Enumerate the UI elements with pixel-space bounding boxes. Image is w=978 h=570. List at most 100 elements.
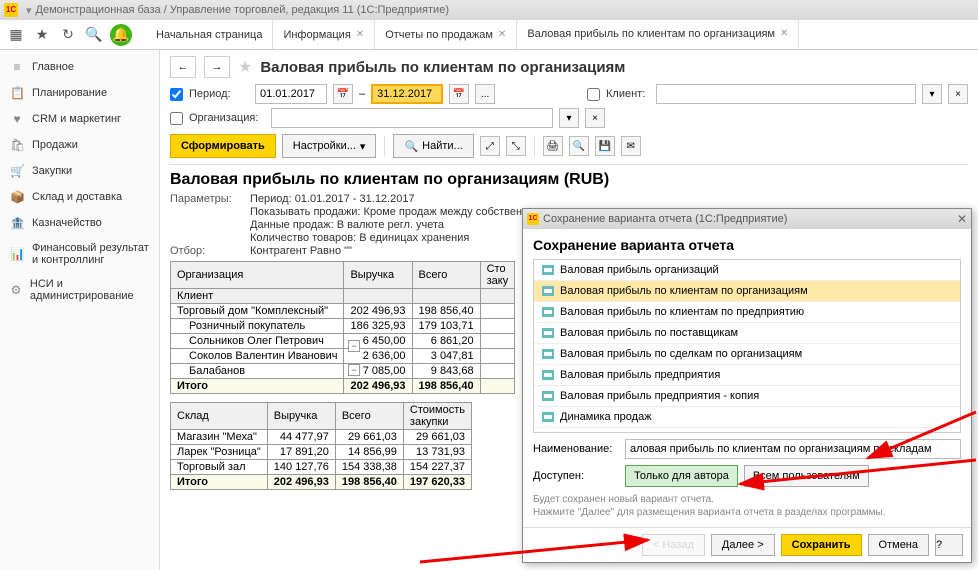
calendar-icon[interactable]: 📅 (449, 84, 469, 104)
sidebar-label: CRM и маркетинг (32, 113, 121, 125)
table-row[interactable]: Торговый зал140 127,76154 338,38154 227,… (171, 460, 472, 475)
report-icon (542, 391, 554, 401)
sidebar-item[interactable]: 🛒Закупки (0, 158, 159, 184)
sidebar-label: Финансовый результат и контроллинг (32, 242, 149, 266)
calendar-icon[interactable]: 📅 (333, 84, 353, 104)
variant-item[interactable]: Динамика продаж (534, 407, 960, 428)
sidebar-icon: ⚙ (10, 283, 22, 297)
variant-item[interactable]: Валовая прибыль по клиентам по организац… (534, 281, 960, 302)
search-icon[interactable]: 🔍 (84, 25, 104, 45)
settings-button[interactable]: Настройки...▾ (282, 134, 377, 158)
sidebar-item[interactable]: 📋Планирование (0, 80, 159, 106)
star-icon[interactable]: ★ (32, 25, 52, 45)
tab-home[interactable]: Начальная страница (146, 20, 273, 49)
app-logo-icon: 1C (527, 213, 539, 225)
tab-sales-reports[interactable]: Отчеты по продажам✕ (375, 20, 517, 49)
col-subheader (412, 289, 480, 304)
preview-icon[interactable]: 🔍 (569, 136, 589, 156)
sidebar-item[interactable]: 📊Финансовый результат и контроллинг (0, 236, 159, 272)
sidebar-item[interactable]: 📦Склад и доставка (0, 184, 159, 210)
params-label: Параметры: (170, 193, 250, 205)
save-icon[interactable]: 💾 (595, 136, 615, 156)
variant-name-input[interactable] (625, 439, 961, 459)
table-row[interactable]: Итого202 496,93198 856,40197 620,33 (171, 475, 472, 490)
close-icon[interactable]: ✕ (780, 28, 788, 39)
sidebar-item[interactable]: 🛍Продажи (0, 132, 159, 158)
date-to-input[interactable] (371, 84, 443, 104)
tab-info[interactable]: Информация✕ (273, 20, 375, 49)
access-label: Доступен: (533, 470, 619, 482)
client-clear-button[interactable]: × (948, 84, 968, 104)
cancel-button[interactable]: Отмена (868, 534, 929, 556)
dialog-titlebar[interactable]: 1C Сохранение варианта отчета (1С:Предпр… (523, 209, 971, 229)
history-icon[interactable]: ↻ (58, 25, 78, 45)
sidebar-label: Казначейство (32, 217, 102, 229)
window-title: Демонстрационная база / Управление торго… (36, 4, 449, 16)
dialog-close-icon[interactable]: ✕ (957, 212, 967, 226)
client-label: Клиент: (606, 88, 650, 100)
variant-item[interactable]: Валовая прибыль предприятия - копия (534, 386, 960, 407)
sidebar-icon: ♥ (10, 112, 24, 126)
find-button[interactable]: 🔍 Найти... (393, 134, 473, 158)
variant-item[interactable]: Валовая прибыль по поставщикам (534, 323, 960, 344)
table-row[interactable]: Соколов Валентин Иванович2 636,003 047,8… (171, 349, 515, 364)
col-subheader (344, 289, 412, 304)
table-row[interactable]: Ларек "Розница"17 891,2014 856,9913 731,… (171, 445, 472, 460)
help-button[interactable]: ? (935, 534, 963, 556)
report-icon (542, 328, 554, 338)
sidebar-item[interactable]: ⚙НСИ и администрирование (0, 272, 159, 308)
table-row[interactable]: Балабанов7 085,009 843,68 (171, 364, 515, 379)
dropdown-icon[interactable]: ▾ (26, 4, 32, 17)
variant-list[interactable]: Валовая прибыль организацийВаловая прибы… (533, 259, 961, 433)
variant-item[interactable]: Валовая прибыль по клиентам по предприят… (534, 302, 960, 323)
sidebar-item[interactable]: 🏦Казначейство (0, 210, 159, 236)
table-row[interactable]: Магазин "Меха"44 477,9729 661,0329 661,0… (171, 430, 472, 445)
next-button[interactable]: Далее > (711, 534, 775, 556)
tab-gross-profit[interactable]: Валовая прибыль по клиентам по организац… (517, 20, 799, 49)
table-row[interactable]: Сольников Олег Петрович6 450,006 861,20 (171, 334, 515, 349)
period-checkbox[interactable] (170, 88, 183, 101)
col-header: Организация (171, 262, 344, 289)
notifications-icon[interactable]: 🔔 (110, 24, 132, 46)
report-icon (542, 307, 554, 317)
back-button[interactable]: ← (170, 56, 196, 78)
variant-item[interactable]: Валовая прибыль по сделкам по организаци… (534, 344, 960, 365)
only-author-button[interactable]: Только для автора (625, 465, 738, 487)
favorite-toggle-icon[interactable]: ★ (238, 57, 252, 77)
sidebar-item[interactable]: ≡Главное (0, 54, 159, 80)
report-icon (542, 412, 554, 422)
print-icon[interactable]: 🖨 (543, 136, 563, 156)
page-title: Валовая прибыль по клиентам по организац… (260, 59, 625, 76)
org-checkbox[interactable] (170, 112, 183, 125)
tree-collapse-icon[interactable]: − (348, 364, 360, 376)
expand-icon[interactable]: ⤢ (480, 136, 500, 156)
dialog-heading: Сохранение варианта отчета (533, 237, 961, 253)
org-clear-button[interactable]: × (585, 108, 605, 128)
report-icon (542, 349, 554, 359)
form-report-button[interactable]: Сформировать (170, 134, 276, 158)
report-table-2: СкладВыручкаВсегоСтоимостьзакупкиМагазин… (170, 402, 472, 490)
close-icon[interactable]: ✕ (356, 29, 364, 40)
variant-item[interactable]: Валовая прибыль организаций (534, 260, 960, 281)
date-from-input[interactable] (255, 84, 327, 104)
table-row[interactable]: Итого202 496,93198 856,40 (171, 379, 515, 394)
email-icon[interactable]: ✉ (621, 136, 641, 156)
close-icon[interactable]: ✕ (498, 29, 506, 40)
client-checkbox[interactable] (587, 88, 600, 101)
variant-item[interactable]: Валовая прибыль предприятия (534, 365, 960, 386)
client-input[interactable] (656, 84, 916, 104)
forward-button[interactable]: → (204, 56, 230, 78)
period-more-button[interactable]: ... (475, 84, 495, 104)
save-button[interactable]: Сохранить (781, 534, 862, 556)
report-icon (542, 265, 554, 275)
tree-collapse-icon[interactable]: − (348, 340, 360, 352)
org-input[interactable] (271, 108, 553, 128)
all-users-button[interactable]: Всем пользователям (744, 465, 869, 487)
apps-icon[interactable]: ▦ (6, 25, 26, 45)
table-row[interactable]: Торговый дом "Комплексный"202 496,93198 … (171, 304, 515, 319)
org-select-button[interactable]: ▾ (559, 108, 579, 128)
collapse-icon[interactable]: ⤡ (506, 136, 526, 156)
sidebar-item[interactable]: ♥ CRM и маркетинг (0, 106, 159, 132)
client-select-button[interactable]: ▾ (922, 84, 942, 104)
table-row[interactable]: Розничный покупатель186 325,93179 103,71 (171, 319, 515, 334)
